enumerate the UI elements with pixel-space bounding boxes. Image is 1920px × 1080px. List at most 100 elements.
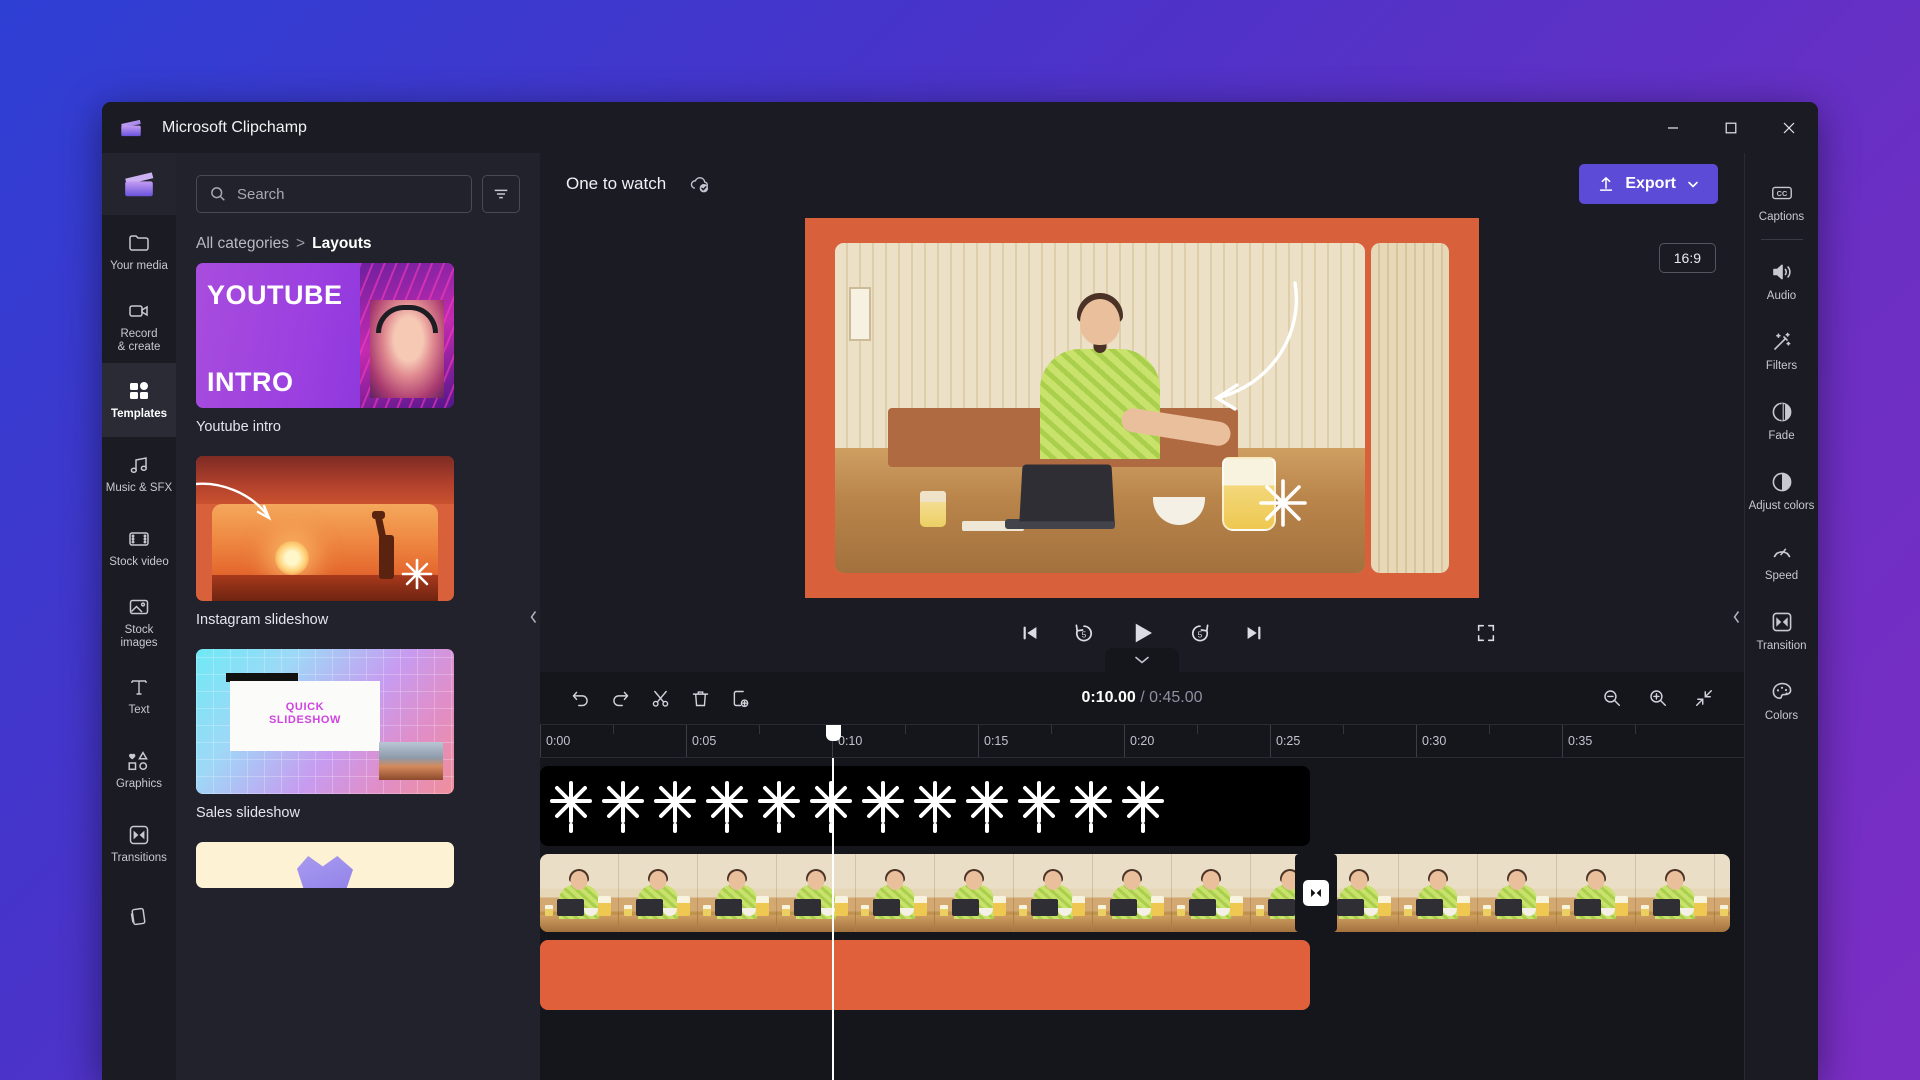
zoom-out-button[interactable] [1592, 678, 1632, 718]
template-list[interactable]: YOUTUBE INTRO Youtube intro Instagram sl… [176, 263, 540, 1080]
sparkle-icon [550, 781, 592, 833]
sidebar-item-stock-video[interactable]: Stock video [102, 511, 176, 585]
fullscreen-button[interactable] [1475, 622, 1497, 644]
sidebar-item-templates[interactable]: Templates [102, 363, 176, 437]
rail-logo-button[interactable] [102, 153, 176, 215]
ruler-tick-minor [1343, 725, 1344, 734]
timeline-toolbar: 0:10.00 / 0:45.00 [540, 672, 1744, 724]
delete-button[interactable] [680, 678, 720, 718]
search-box[interactable] [196, 175, 472, 213]
template-thumbnail[interactable]: YOUTUBE INTRO [196, 263, 454, 408]
playhead-handle[interactable] [826, 725, 841, 741]
duplicate-icon [733, 690, 748, 707]
sidebar-item-label: Transitions [111, 852, 167, 864]
tool-captions[interactable]: CC Captions [1745, 167, 1818, 237]
timeline-clip-video[interactable] [1320, 854, 1730, 932]
play-button[interactable] [1127, 618, 1157, 648]
duplicate-button[interactable] [720, 678, 760, 718]
fit-to-screen-button[interactable] [1684, 678, 1724, 718]
right-panel-collapse-handle[interactable] [1729, 589, 1744, 644]
ruler-tick-minor [759, 725, 760, 734]
split-button[interactable] [640, 678, 680, 718]
sidebar-item-record-and-create[interactable]: Record & create [102, 289, 176, 363]
template-card[interactable]: Instagram slideshow [196, 456, 520, 640]
sidebar-item-music-and-sfx[interactable]: Music & SFX [102, 437, 176, 511]
tool-speed[interactable]: Speed [1745, 526, 1818, 596]
template-thumbnail[interactable] [196, 456, 454, 601]
window-title: Microsoft Clipchamp [162, 118, 307, 136]
tool-colors[interactable]: Colors [1745, 666, 1818, 736]
sidebar-item-brand-kit[interactable] [102, 881, 176, 955]
sidebar-item-transitions[interactable]: Transitions [102, 807, 176, 881]
panel-collapse-handle[interactable] [526, 589, 540, 644]
timeline-tracks[interactable] [540, 758, 1744, 1080]
template-name: Sales slideshow [196, 805, 300, 821]
tool-fade[interactable]: Fade [1745, 386, 1818, 456]
playhead[interactable] [832, 758, 834, 1080]
video-preview[interactable] [805, 218, 1479, 598]
template-thumbnail[interactable] [196, 842, 454, 888]
minimize-button[interactable] [1644, 102, 1702, 153]
transition-marker-area [1295, 854, 1337, 932]
tool-audio[interactable]: Audio [1745, 246, 1818, 316]
sidebar-item-graphics[interactable]: Graphics [102, 733, 176, 807]
tool-transition[interactable]: Transition [1745, 596, 1818, 666]
timeline-clip-color[interactable] [540, 940, 1310, 1010]
sparkle-icon [758, 781, 800, 833]
skip-to-start-button[interactable] [1019, 622, 1041, 644]
preview-section: One to watch Export 16:9 5 5 [540, 153, 1744, 672]
sidebar-item-label: Stock images [120, 623, 158, 649]
close-button[interactable] [1760, 102, 1818, 153]
sidebar-item-text[interactable]: Text [102, 659, 176, 733]
sidebar-item-stock-images[interactable]: Stock images [102, 585, 176, 659]
template-thumbnail[interactable]: QUICK SLIDESHOW [196, 649, 454, 794]
ruler-tick-minor [905, 725, 906, 734]
ruler-tick-minor [1051, 725, 1052, 734]
filter-button[interactable] [482, 175, 520, 213]
timeline-clip-video[interactable] [540, 854, 1310, 932]
forward-5-seconds-button[interactable]: 5 [1188, 621, 1212, 645]
video-thumbnail-frame [619, 854, 698, 932]
template-card[interactable]: YOUTUBE INTRO Youtube intro [196, 263, 520, 447]
breadcrumb-root[interactable]: All categories [196, 235, 289, 253]
search-icon [211, 187, 225, 201]
aspect-ratio-badge[interactable]: 16:9 [1658, 243, 1716, 273]
redo-button[interactable] [600, 678, 640, 718]
template-thumb-overlay-text: QUICK SLIDESHOW [268, 701, 341, 726]
sparkle-icon [966, 781, 1008, 833]
search-input[interactable] [237, 185, 459, 203]
template-card[interactable]: QUICK SLIDESHOW Sales slideshow [196, 649, 520, 833]
project-title[interactable]: One to watch [566, 174, 666, 194]
clipchamp-window: Microsoft Clipchamp Your media Record & … [102, 102, 1818, 1080]
shapes-icon [128, 751, 148, 771]
timeline-ruler[interactable]: 0:00 0:05 0:10 0:15 0:20 0:25 0:30 0:35 [540, 724, 1744, 758]
timeline-zoom-controls [1592, 678, 1724, 718]
undo-button[interactable] [560, 678, 600, 718]
sidebar-item-your-media[interactable]: Your media [102, 215, 176, 289]
cc-icon: CC [1771, 186, 1792, 199]
chevron-down-icon [1688, 181, 1698, 188]
chevron-left-icon [1733, 610, 1740, 623]
tool-label: Adjust colors [1748, 499, 1815, 512]
zoom-in-button[interactable] [1638, 678, 1678, 718]
skip-forward-icon [1247, 626, 1261, 640]
tool-adjust-colors[interactable]: Adjust colors [1745, 456, 1818, 526]
skip-to-end-button[interactable] [1243, 622, 1265, 644]
template-name: Youtube intro [196, 419, 281, 435]
timeline-collapse-button[interactable] [1105, 648, 1179, 672]
transition-marker-button[interactable] [1303, 880, 1329, 906]
filter-icon [494, 189, 508, 199]
export-button[interactable]: Export [1579, 164, 1718, 204]
rewind-5-seconds-button[interactable]: 5 [1072, 621, 1096, 645]
image-icon [129, 599, 149, 614]
template-name: Instagram slideshow [196, 612, 329, 628]
editor-area: One to watch Export 16:9 5 5 0:10.00 / 0… [540, 153, 1744, 1080]
sidebar-item-label: Templates [110, 408, 168, 420]
template-card[interactable] [196, 842, 520, 888]
music-note-icon [130, 457, 147, 474]
tool-label: Transition [1756, 639, 1807, 652]
timeline-clip-effects[interactable] [540, 766, 1310, 846]
tool-filters[interactable]: Filters [1745, 316, 1818, 386]
transition-icon [129, 825, 149, 845]
maximize-button[interactable] [1702, 102, 1760, 153]
